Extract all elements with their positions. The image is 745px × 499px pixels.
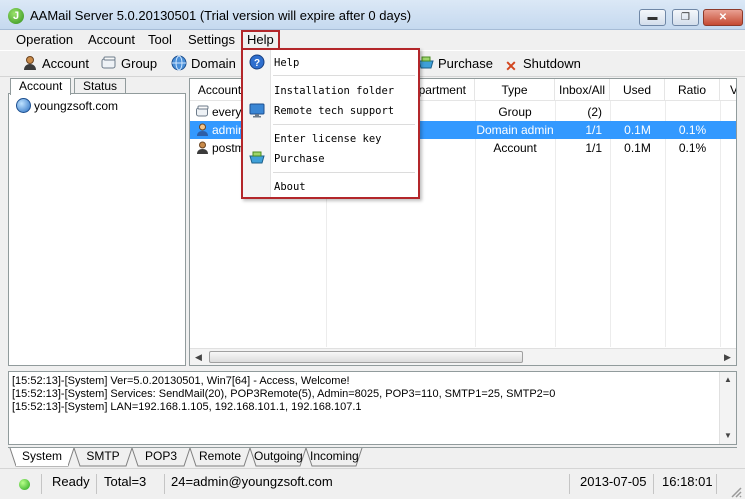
help-icon: ? — [249, 54, 265, 70]
toolbar-domain-label: Domain — [191, 56, 236, 71]
status-bar: Ready Total=3 24=admin@youngzsoft.com 20… — [0, 468, 745, 499]
status-total: Total=3 — [104, 474, 147, 489]
cart-icon — [418, 55, 434, 71]
column-header-ratio[interactable]: Ratio — [665, 79, 720, 101]
x-icon: ✕ — [505, 58, 517, 74]
menu-tool[interactable]: Tool — [145, 32, 175, 49]
status-divider — [164, 474, 165, 494]
scroll-up-icon[interactable]: ▲ — [720, 372, 736, 388]
toolbar-account-label: Account — [42, 56, 89, 71]
tab-status[interactable]: Status — [74, 78, 127, 94]
tab-account[interactable]: Account — [10, 78, 72, 95]
tab-incoming[interactable]: Incoming — [310, 448, 359, 466]
menu-item-installation-folder[interactable]: Installation folder — [274, 85, 394, 97]
monitor-icon — [249, 103, 265, 118]
toolbar-shutdown-button[interactable]: ✕ Shutdown — [503, 55, 581, 74]
cell-used: 0.1M — [624, 123, 651, 137]
maximize-button[interactable]: ❐ — [672, 9, 699, 26]
globe-icon — [16, 98, 31, 113]
help-dropdown-menu: ? Help Installation folder Remote tech s… — [241, 48, 420, 199]
menu-item-purchase[interactable]: Purchase — [274, 153, 325, 165]
scroll-left-icon[interactable]: ◀ — [190, 349, 207, 365]
menu-item-license-key[interactable]: Enter license key — [274, 133, 381, 145]
tab-system[interactable]: System — [16, 448, 68, 466]
cell-inbox: (2) — [587, 105, 602, 119]
log-panel: [15:52:13]-[System] Ver=5.0.20130501, Wi… — [8, 371, 737, 445]
svg-text:?: ? — [254, 58, 260, 69]
menu-icon-gutter — [243, 50, 271, 197]
menu-item-help[interactable]: Help — [274, 57, 299, 69]
left-panel: Account Status youngzsoft.com — [8, 78, 186, 366]
menu-separator — [273, 75, 415, 76]
tab-outgoing[interactable]: Outgoing — [254, 448, 303, 466]
scroll-thumb[interactable] — [209, 351, 523, 363]
cell-ratio: 0.1% — [678, 123, 707, 137]
log-line: [15:52:13]-[System] Ver=5.0.20130501, Wi… — [12, 375, 350, 387]
cell-inbox: 1/1 — [585, 123, 602, 137]
minimize-button[interactable]: ▬ — [639, 9, 666, 26]
close-button[interactable]: ✕ — [703, 9, 743, 26]
status-divider — [96, 474, 97, 494]
menu-account[interactable]: Account — [85, 32, 138, 49]
cell-ratio: 0.1% — [678, 141, 707, 155]
menu-bar: Operation Account Tool Settings Help — [0, 30, 745, 50]
menu-separator — [273, 172, 415, 173]
cell-used: 0.1M — [624, 141, 651, 155]
status-ready: Ready — [52, 474, 90, 489]
tab-pop3[interactable]: POP3 — [138, 448, 184, 466]
cart-icon — [249, 151, 265, 164]
cell-used — [610, 103, 665, 121]
group-icon — [101, 55, 117, 71]
toolbar-domain-button[interactable]: Domain — [171, 55, 236, 74]
status-divider — [716, 474, 717, 494]
toolbar-purchase-button[interactable]: Purchase — [418, 55, 493, 74]
status-date: 2013-07-05 — [580, 474, 647, 489]
toolbar-shutdown-label: Shutdown — [523, 56, 581, 71]
globe-icon — [171, 55, 187, 71]
column-header-type[interactable]: Type — [475, 79, 555, 101]
toolbar-purchase-label: Purchase — [438, 56, 493, 71]
vertical-scrollbar[interactable]: ▲ ▼ — [719, 372, 736, 444]
column-header-v[interactable]: V — [720, 79, 736, 101]
cell-type: Domain admin — [476, 123, 554, 137]
resize-grip-icon[interactable] — [730, 486, 742, 498]
status-divider — [653, 474, 654, 494]
status-user: 24=admin@youngzsoft.com — [171, 474, 333, 489]
menu-item-remote-support[interactable]: Remote tech support — [274, 105, 394, 117]
status-divider — [41, 474, 42, 494]
title-bar: J AAMail Server 5.0.20130501 (Trial vers… — [0, 0, 745, 30]
cell-ratio — [665, 103, 720, 121]
toolbar-group-label: Group — [121, 56, 158, 71]
status-divider — [569, 474, 570, 494]
toolbar-account-button[interactable]: Account — [22, 55, 89, 74]
tab-remote[interactable]: Remote — [196, 448, 244, 466]
domain-tree: youngzsoft.com — [8, 93, 186, 366]
menu-help[interactable]: Help — [241, 30, 280, 50]
menu-separator — [273, 124, 415, 125]
user-icon — [22, 55, 38, 71]
horizontal-scrollbar[interactable]: ◀ ▶ — [190, 348, 736, 365]
column-header-inbox[interactable]: Inbox/All — [555, 79, 610, 101]
log-line: [15:52:13]-[System] Services: SendMail(2… — [12, 388, 556, 400]
column-header-used[interactable]: Used — [610, 79, 665, 101]
scroll-right-icon[interactable]: ▶ — [719, 349, 736, 365]
scroll-down-icon[interactable]: ▼ — [720, 428, 736, 444]
menu-settings[interactable]: Settings — [185, 32, 238, 49]
log-tabs: System SMTP POP3 Remote Outgoing Incomin… — [8, 447, 737, 467]
menu-operation[interactable]: Operation — [13, 32, 76, 49]
window-title: AAMail Server 5.0.20130501 (Trial versio… — [30, 8, 412, 23]
menu-item-about[interactable]: About — [274, 181, 306, 193]
status-led-icon — [19, 479, 30, 490]
cell-type: Account — [493, 141, 537, 155]
log-line: [15:52:13]-[System] LAN=192.168.1.105, 1… — [12, 401, 362, 413]
status-time: 16:18:01 — [662, 474, 713, 489]
tree-item-domain[interactable]: youngzsoft.com — [34, 99, 118, 113]
cell-inbox: 1/1 — [585, 141, 602, 155]
toolbar-group-button[interactable]: Group — [101, 55, 157, 74]
cell-type: Group — [498, 105, 532, 119]
app-logo-icon: J — [8, 8, 24, 24]
tab-smtp[interactable]: SMTP — [80, 448, 126, 466]
